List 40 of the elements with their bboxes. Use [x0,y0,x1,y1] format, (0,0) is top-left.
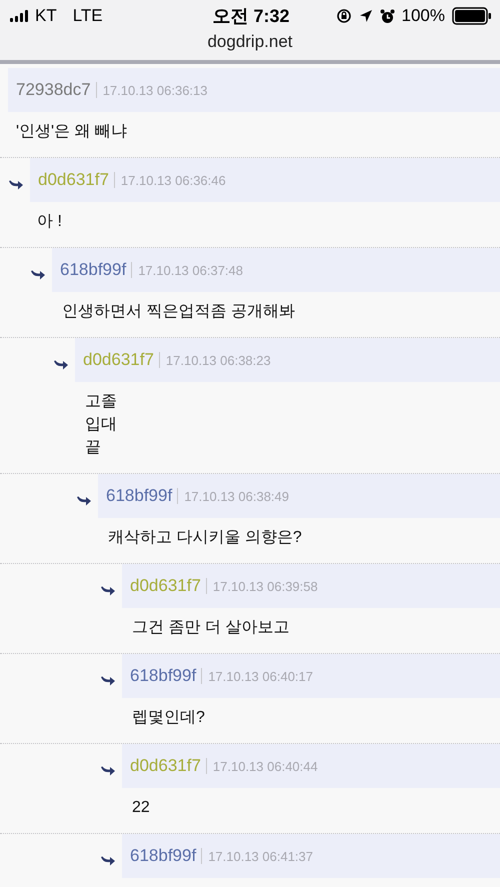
reply-arrow-icon [100,855,116,867]
comment-text: '인생'은 왜 빼냐 [15,122,128,142]
comment-date: 17.10.13 06:38:23 [166,352,271,368]
comment-text: 그건 좀만 더 살아보고 [131,618,290,638]
author-name[interactable]: 618bf99f [106,486,172,506]
reply-arrow-icon [100,585,116,597]
battery-icon [452,7,492,25]
signal-icon [10,10,29,22]
reply-arrow-icon [76,495,92,507]
reply-arrow-icon [100,675,116,687]
reply-arrow-icon [8,179,24,191]
author-name[interactable]: 72938dc7 [16,80,91,100]
comment-text: 인생하면서 찍은업적좀 공개해봐 [61,302,296,322]
comment-date: 17.10.13 06:37:48 [138,262,244,278]
comment-text: 렙몇인데? [131,708,206,728]
comment-date: 17.10.13 06:41:37 [208,848,314,864]
clock-time: 오전 7:32 [212,5,290,28]
comment-text: 22 [131,798,151,818]
comment-text: 고졸 입대 끝 [84,392,118,458]
author-name[interactable]: 618bf99f [60,260,126,280]
reply-arrow-icon [53,359,69,371]
reply-arrow-icon [30,269,46,281]
comment-text: 캐삭하고 다시키울 의향은? [107,528,303,548]
location-arrow-icon [358,9,373,23]
battery-percent: 100% [402,6,445,26]
comment-date: 17.10.13 06:40:17 [208,668,314,684]
network-type: LTE [72,6,103,26]
comment-text: 아 ! [36,212,63,232]
address-url[interactable]: dogdrip.net [207,32,293,52]
carrier-name: KT [35,6,57,26]
reply-arrow-icon [100,765,116,777]
comment-date: 17.10.13 06:40:44 [212,758,318,774]
author-name[interactable]: 618bf99f [130,666,196,686]
author-name[interactable]: 618bf99f [130,846,196,866]
comment-date: 17.10.13 06:36:46 [120,172,226,188]
comment-date: 17.10.13 06:36:13 [102,82,208,98]
alarm-clock-icon [380,8,395,24]
comment-date: 17.10.13 06:38:49 [184,488,290,504]
comment-date: 17.10.13 06:39:58 [212,578,318,594]
rotation-lock-icon [336,8,352,24]
